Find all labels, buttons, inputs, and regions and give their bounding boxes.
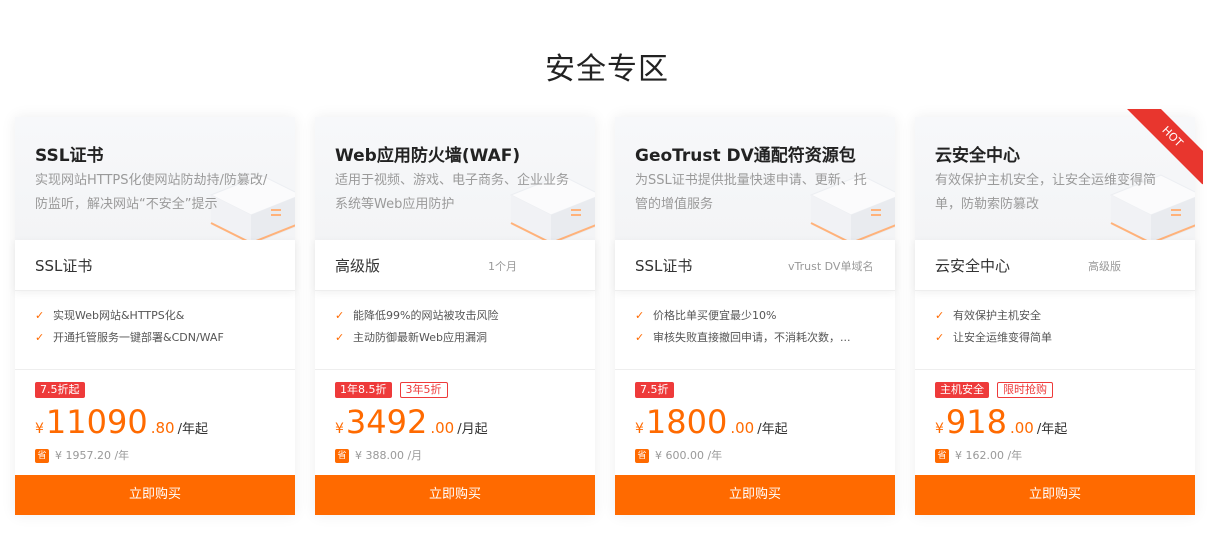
spec-main-label: SSL证书 — [35, 257, 93, 275]
price-integer: 918 — [945, 403, 1007, 441]
savings: 省 ¥ 388.00 /月 — [335, 447, 422, 463]
savings: 省 ¥ 162.00 /年 — [935, 447, 1022, 463]
price: ¥3492.00/月起 — [335, 403, 488, 443]
card-header: GeoTrust DV通配符资源包 为SSL证书提供批量快速申请、更新、托管的增… — [615, 117, 895, 240]
product-card-cloud-security[interactable]: 云安全中心 有效保护主机安全，让安全运维变得简单，防勒索防篡改 HOT 云安全中… — [915, 109, 1203, 515]
feature-item: ✓ 主动防御最新Web应用漏洞 — [335, 331, 487, 344]
price-integer: 1800 — [645, 403, 728, 441]
feature-item: ✓ 能降低99%的网站被攻击风险 — [335, 309, 499, 322]
savings: 省 ¥ 1957.20 /年 — [35, 447, 129, 463]
card-description: 适用于视频、游戏、电子商务、企业业务系统等Web应用防护 — [335, 173, 570, 212]
card-title: Web应用防火墙(WAF) — [335, 146, 521, 166]
currency-symbol: ¥ — [35, 421, 44, 437]
product-card-ssl[interactable]: SSL证书 实现网站HTTPS化使网站防劫持/防篡改/防监听，解决网站“不安全”… — [15, 117, 295, 515]
discount-badges: 主机安全 限时抢购 — [935, 382, 1053, 398]
check-icon: ✓ — [635, 331, 645, 344]
currency-symbol: ¥ — [635, 421, 644, 437]
product-card-geotrust[interactable]: GeoTrust DV通配符资源包 为SSL证书提供批量快速申请、更新、托管的增… — [615, 117, 895, 515]
savings-text: ¥ 162.00 /年 — [955, 449, 1023, 462]
savings: 省 ¥ 600.00 /年 — [635, 447, 722, 463]
feature-item: ✓ 价格比单买便宜最少10% — [635, 309, 777, 322]
check-icon: ✓ — [335, 309, 345, 322]
check-icon: ✓ — [35, 309, 45, 322]
card-title: SSL证书 — [35, 146, 104, 166]
price-unit: /年起 — [1036, 422, 1068, 437]
divider — [15, 369, 295, 370]
save-icon: 省 — [935, 449, 949, 463]
buy-now-button[interactable]: 立即购买 — [615, 475, 895, 515]
discount-badge: 1年8.5折 — [335, 382, 392, 398]
price-decimal: .00 — [730, 419, 755, 437]
spec-main-label: SSL证书 — [635, 257, 693, 275]
spec-selector[interactable]: 高级版 1个月 — [315, 240, 595, 291]
spec-selector[interactable]: 云安全中心 高级版 — [915, 240, 1195, 291]
spec-main-label: 高级版 — [335, 257, 381, 275]
price-integer: 11090 — [45, 403, 148, 441]
save-icon: 省 — [635, 449, 649, 463]
feature-list: ✓ 能降低99%的网站被攻击风险 ✓ 主动防御最新Web应用漏洞 — [335, 307, 585, 351]
divider — [615, 369, 895, 370]
hot-ribbon: HOT — [1123, 109, 1203, 189]
divider — [915, 369, 1195, 370]
discount-badges: 7.5折起 — [35, 382, 85, 398]
savings-text: ¥ 1957.20 /年 — [55, 449, 130, 462]
product-card-waf[interactable]: Web应用防火墙(WAF) 适用于视频、游戏、电子商务、企业业务系统等Web应用… — [315, 117, 595, 515]
feature-item: ✓ 审核失败直接撤回申请，不消耗次数，... — [635, 331, 851, 344]
discount-badge: 限时抢购 — [997, 382, 1053, 398]
discount-badge: 主机安全 — [935, 382, 989, 398]
price-decimal: .80 — [150, 419, 175, 437]
discount-badge: 7.5折 — [635, 382, 674, 398]
currency-symbol: ¥ — [935, 421, 944, 437]
savings-text: ¥ 600.00 /年 — [655, 449, 723, 462]
feature-item: ✓ 让安全运维变得简单 — [935, 331, 1052, 344]
currency-symbol: ¥ — [335, 421, 344, 437]
spec-sub-label: 1个月 — [488, 260, 517, 273]
price-unit: /月起 — [457, 422, 488, 437]
feature-list: ✓ 有效保护主机安全 ✓ 让安全运维变得简单 — [935, 307, 1185, 351]
spec-sub-label: 高级版 — [1088, 260, 1121, 273]
feature-list: ✓ 实现Web网站&HTTPS化& ✓ 开通托管服务一键部署&CDN/WAF — [35, 307, 285, 351]
price-decimal: .00 — [1010, 419, 1034, 437]
check-icon: ✓ — [935, 309, 945, 322]
check-icon: ✓ — [35, 331, 45, 344]
card-title: 云安全中心 — [935, 146, 1020, 166]
section-title: 安全专区 — [545, 52, 669, 87]
discount-badge: 3年5折 — [399, 382, 448, 398]
card-title: GeoTrust DV通配符资源包 — [635, 146, 856, 166]
price-unit: /年起 — [177, 422, 208, 437]
buy-now-button[interactable]: 立即购买 — [315, 475, 595, 515]
save-icon: 省 — [35, 449, 49, 463]
price-unit: /年起 — [757, 422, 788, 437]
price-integer: 3492 — [345, 403, 428, 441]
discount-badge: 7.5折起 — [35, 382, 85, 398]
feature-item: ✓ 开通托管服务一键部署&CDN/WAF — [35, 331, 224, 344]
card-description: 实现网站HTTPS化使网站防劫持/防篡改/防监听，解决网站“不安全”提示 — [35, 173, 268, 212]
card-header: Web应用防火墙(WAF) 适用于视频、游戏、电子商务、企业业务系统等Web应用… — [315, 117, 595, 240]
feature-list: ✓ 价格比单买便宜最少10% ✓ 审核失败直接撤回申请，不消耗次数，... — [635, 307, 885, 351]
spec-sub-label: vTrust DV单域名 — [788, 260, 874, 273]
card-header: SSL证书 实现网站HTTPS化使网站防劫持/防篡改/防监听，解决网站“不安全”… — [15, 117, 295, 240]
save-icon: 省 — [335, 449, 349, 463]
buy-now-button[interactable]: 立即购买 — [915, 475, 1195, 515]
discount-badges: 1年8.5折 3年5折 — [335, 382, 448, 398]
buy-now-button[interactable]: 立即购买 — [15, 475, 295, 515]
hot-label: HOT — [1124, 109, 1203, 185]
feature-item: ✓ 有效保护主机安全 — [935, 309, 1041, 322]
feature-item: ✓ 实现Web网站&HTTPS化& — [35, 309, 185, 322]
spec-selector[interactable]: SSL证书 vTrust DV单域名 — [615, 240, 895, 291]
price-decimal: .00 — [430, 419, 455, 437]
price: ¥11090.80/年起 — [35, 403, 208, 443]
spec-selector[interactable]: SSL证书 — [15, 240, 295, 291]
card-description: 为SSL证书提供批量快速申请、更新、托管的增值服务 — [635, 173, 867, 212]
spec-main-label: 云安全中心 — [935, 257, 1011, 275]
check-icon: ✓ — [335, 331, 345, 344]
savings-text: ¥ 388.00 /月 — [355, 449, 423, 462]
check-icon: ✓ — [635, 309, 645, 322]
divider — [315, 369, 595, 370]
price: ¥918.00/年起 — [935, 403, 1067, 443]
price: ¥1800.00/年起 — [635, 403, 788, 443]
check-icon: ✓ — [935, 331, 945, 344]
discount-badges: 7.5折 — [635, 382, 674, 398]
